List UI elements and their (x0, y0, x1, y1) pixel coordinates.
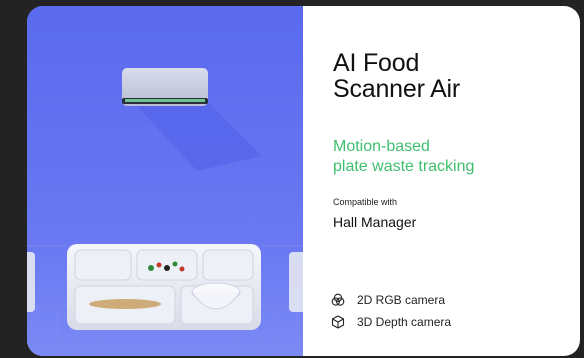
subtitle-line-2: plate waste tracking (333, 158, 475, 175)
food-tray (67, 244, 261, 330)
feature-list: 2D RGB camera 3D Depth camera (331, 289, 451, 333)
product-photo (27, 6, 303, 356)
title-line-2: Scanner Air (333, 75, 461, 103)
subtitle-line-1: Motion-based (333, 138, 430, 155)
compatible-label: Compatible with (333, 197, 398, 207)
feature-item-depth: 3D Depth camera (331, 311, 451, 333)
scanner-device (122, 68, 208, 106)
feature-label: 3D Depth camera (357, 315, 452, 329)
feature-label: 2D RGB camera (357, 293, 446, 307)
product-card[interactable]: AI Food Scanner Air Motion-based plate w… (27, 6, 580, 356)
compatible-value: Hall Manager (333, 214, 417, 230)
product-info: AI Food Scanner Air Motion-based plate w… (303, 6, 580, 356)
product-title: AI Food Scanner Air (333, 50, 563, 102)
rgb-camera-icon (331, 293, 345, 306)
feature-item-rgb: 2D RGB camera (331, 289, 451, 311)
scanner-scene-illustration (27, 6, 303, 356)
depth-camera-icon (331, 315, 345, 329)
title-line-1: AI Food (333, 49, 420, 77)
product-subtitle: Motion-based plate waste tracking (333, 137, 563, 177)
